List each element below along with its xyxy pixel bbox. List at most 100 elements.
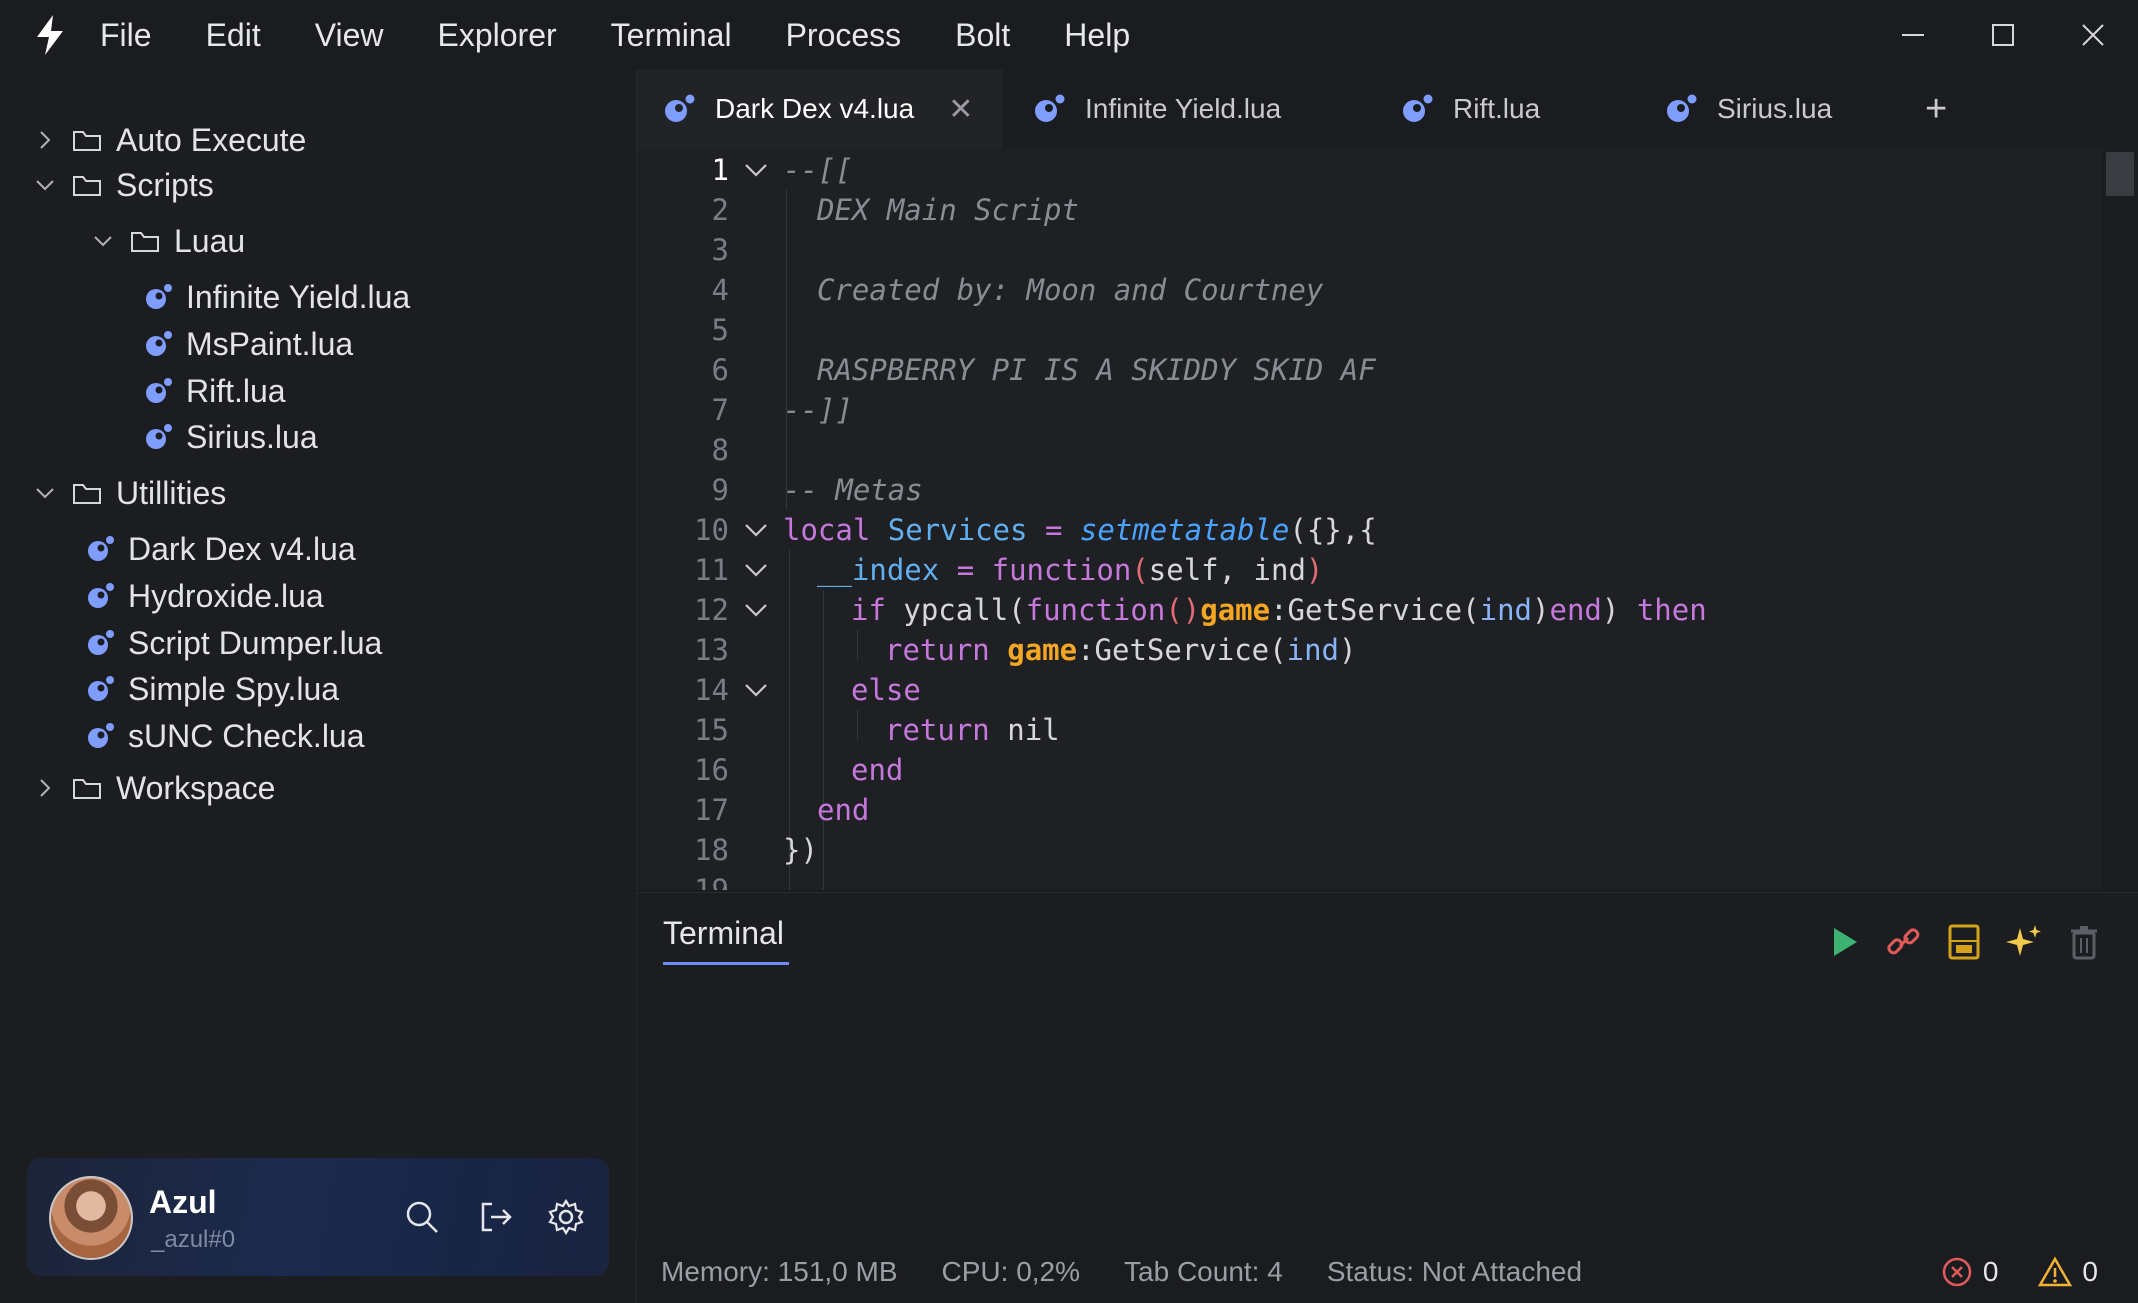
settings-button[interactable]: [543, 1194, 589, 1240]
lua-file-icon: [1401, 93, 1433, 125]
avatar[interactable]: [49, 1176, 133, 1260]
warning-icon: [2038, 1255, 2073, 1288]
close-icon: [2082, 24, 2104, 46]
tab-dark-dex[interactable]: Dark Dex v4.lua ✕: [637, 70, 1003, 148]
bolt-logo-icon: [0, 0, 100, 70]
tree-file-mspaint[interactable]: MsPaint.lua: [144, 322, 353, 366]
lua-file-icon: [144, 330, 172, 358]
code-comment: --[[: [783, 153, 853, 187]
tree-file-infinite-yield[interactable]: Infinite Yield.lua: [144, 275, 410, 319]
menu-file[interactable]: File: [100, 17, 152, 54]
line-number: 5: [711, 313, 729, 347]
scrollbar-thumb[interactable]: [2106, 152, 2134, 196]
code-method: GetService: [1094, 633, 1270, 667]
tree-file-rift[interactable]: Rift.lua: [144, 369, 286, 413]
code-keyword: else: [851, 673, 921, 707]
code-punctuation: (: [1008, 593, 1026, 627]
folder-icon: [72, 776, 102, 800]
tab-rift[interactable]: Rift.lua: [1375, 70, 1639, 148]
error-count[interactable]: 0: [1983, 1256, 1999, 1288]
tree-file-hydroxide[interactable]: Hydroxide.lua: [86, 574, 324, 618]
code-keyword: end: [851, 753, 904, 787]
chevron-right-icon[interactable]: [30, 129, 60, 151]
clear-button[interactable]: [2059, 917, 2109, 967]
tree-folder-utillities[interactable]: Utillities: [30, 471, 226, 515]
fold-chevron-icon[interactable]: [729, 602, 783, 618]
play-icon: [1834, 928, 1857, 956]
tree-file-sirius[interactable]: Sirius.lua: [144, 415, 318, 459]
tree-folder-auto-execute[interactable]: Auto Execute: [30, 118, 306, 162]
code-keyword: if: [851, 593, 886, 627]
maximize-button[interactable]: [1958, 0, 2048, 70]
lua-file-icon: [663, 93, 695, 125]
tree-label: sUNC Check.lua: [128, 717, 365, 754]
execute-button[interactable]: [1819, 917, 1869, 967]
tree-label: Infinite Yield.lua: [186, 278, 411, 315]
menu-explorer[interactable]: Explorer: [437, 17, 556, 54]
attach-button[interactable]: [1879, 917, 1929, 967]
save-icon: [1948, 924, 1980, 960]
tab-sirius[interactable]: Sirius.lua: [1639, 70, 1885, 148]
line-number: 6: [711, 353, 729, 387]
code-keyword: end: [1549, 593, 1602, 627]
lua-file-icon: [144, 283, 172, 311]
code-variable: ind: [1286, 633, 1340, 667]
menu-help[interactable]: Help: [1064, 17, 1130, 54]
menu-edit[interactable]: Edit: [206, 17, 261, 54]
fold-chevron-icon[interactable]: [729, 682, 783, 698]
tab-close-icon[interactable]: ✕: [948, 92, 973, 127]
tree-file-script-dumper[interactable]: Script Dumper.lua: [86, 621, 382, 665]
fold-chevron-icon[interactable]: [729, 162, 783, 178]
editor-scrollbar[interactable]: [2102, 148, 2138, 890]
fold-chevron-icon[interactable]: [729, 522, 783, 538]
tree-file-dark-dex[interactable]: Dark Dex v4.lua: [86, 527, 356, 571]
menu-terminal[interactable]: Terminal: [611, 17, 732, 54]
tab-label: Rift.lua: [1453, 93, 1541, 124]
code-method: GetService: [1287, 593, 1463, 627]
chevron-down-icon[interactable]: [88, 232, 118, 250]
code-comment: DEX Main Script: [817, 193, 1079, 227]
logout-button[interactable]: [473, 1194, 519, 1240]
chevron-down-icon[interactable]: [30, 176, 60, 194]
minimize-button[interactable]: [1868, 0, 1958, 70]
search-icon: [406, 1201, 438, 1233]
code-editor[interactable]: 1 --[[ 2 DEX Main Script 3 4 Created by: Mo…: [637, 148, 2102, 890]
add-tab-button[interactable]: +: [1925, 88, 1947, 131]
explorer-sidebar: Auto Execute Scripts Luau Infinite Yield…: [0, 70, 637, 1303]
tree-folder-workspace[interactable]: Workspace: [30, 766, 275, 810]
menu-view[interactable]: View: [315, 17, 384, 54]
tree-label: MsPaint.lua: [186, 325, 354, 362]
terminal-panel[interactable]: Terminal: [637, 892, 2138, 1241]
menu-process[interactable]: Process: [786, 17, 902, 54]
chevron-down-icon[interactable]: [30, 484, 60, 502]
chevron-right-icon[interactable]: [30, 777, 60, 799]
code-keyword: function: [1025, 593, 1166, 627]
tree-folder-luau[interactable]: Luau: [88, 219, 245, 263]
warning-count[interactable]: 0: [2082, 1256, 2098, 1288]
tab-infinite-yield[interactable]: Infinite Yield.lua: [1003, 70, 1375, 148]
tree-label: Utillities: [116, 474, 227, 511]
tree-folder-scripts[interactable]: Scripts: [30, 163, 214, 207]
code-punctuation: ): [1339, 633, 1357, 667]
tab-terminal[interactable]: Terminal: [663, 915, 784, 952]
code-punctuation: ({},{: [1289, 513, 1377, 547]
code-variable: Services: [887, 513, 1028, 547]
code-comment: RASPBERRY PI IS A SKIDDY SKID AF: [817, 353, 1376, 387]
menu-bar: File Edit View Explorer Terminal Process…: [100, 17, 1184, 54]
close-window-button[interactable]: [2048, 0, 2138, 70]
line-number: 17: [694, 793, 729, 827]
tree-file-simple-spy[interactable]: Simple Spy.lua: [86, 667, 339, 711]
fold-chevron-icon[interactable]: [729, 562, 783, 578]
line-number: 7: [711, 393, 729, 427]
tree-label: Luau: [174, 222, 246, 259]
tab-label: Infinite Yield.lua: [1085, 93, 1282, 124]
folder-icon: [130, 229, 160, 253]
tree-label: Rift.lua: [186, 372, 286, 409]
tab-active-indicator: [663, 962, 789, 965]
folder-icon: [72, 173, 102, 197]
tree-file-sunc-check[interactable]: sUNC Check.lua: [86, 714, 365, 758]
search-button[interactable]: [399, 1194, 445, 1240]
menu-bolt[interactable]: Bolt: [955, 17, 1010, 54]
ai-assist-button[interactable]: [1999, 917, 2049, 967]
save-button[interactable]: [1939, 917, 1989, 967]
